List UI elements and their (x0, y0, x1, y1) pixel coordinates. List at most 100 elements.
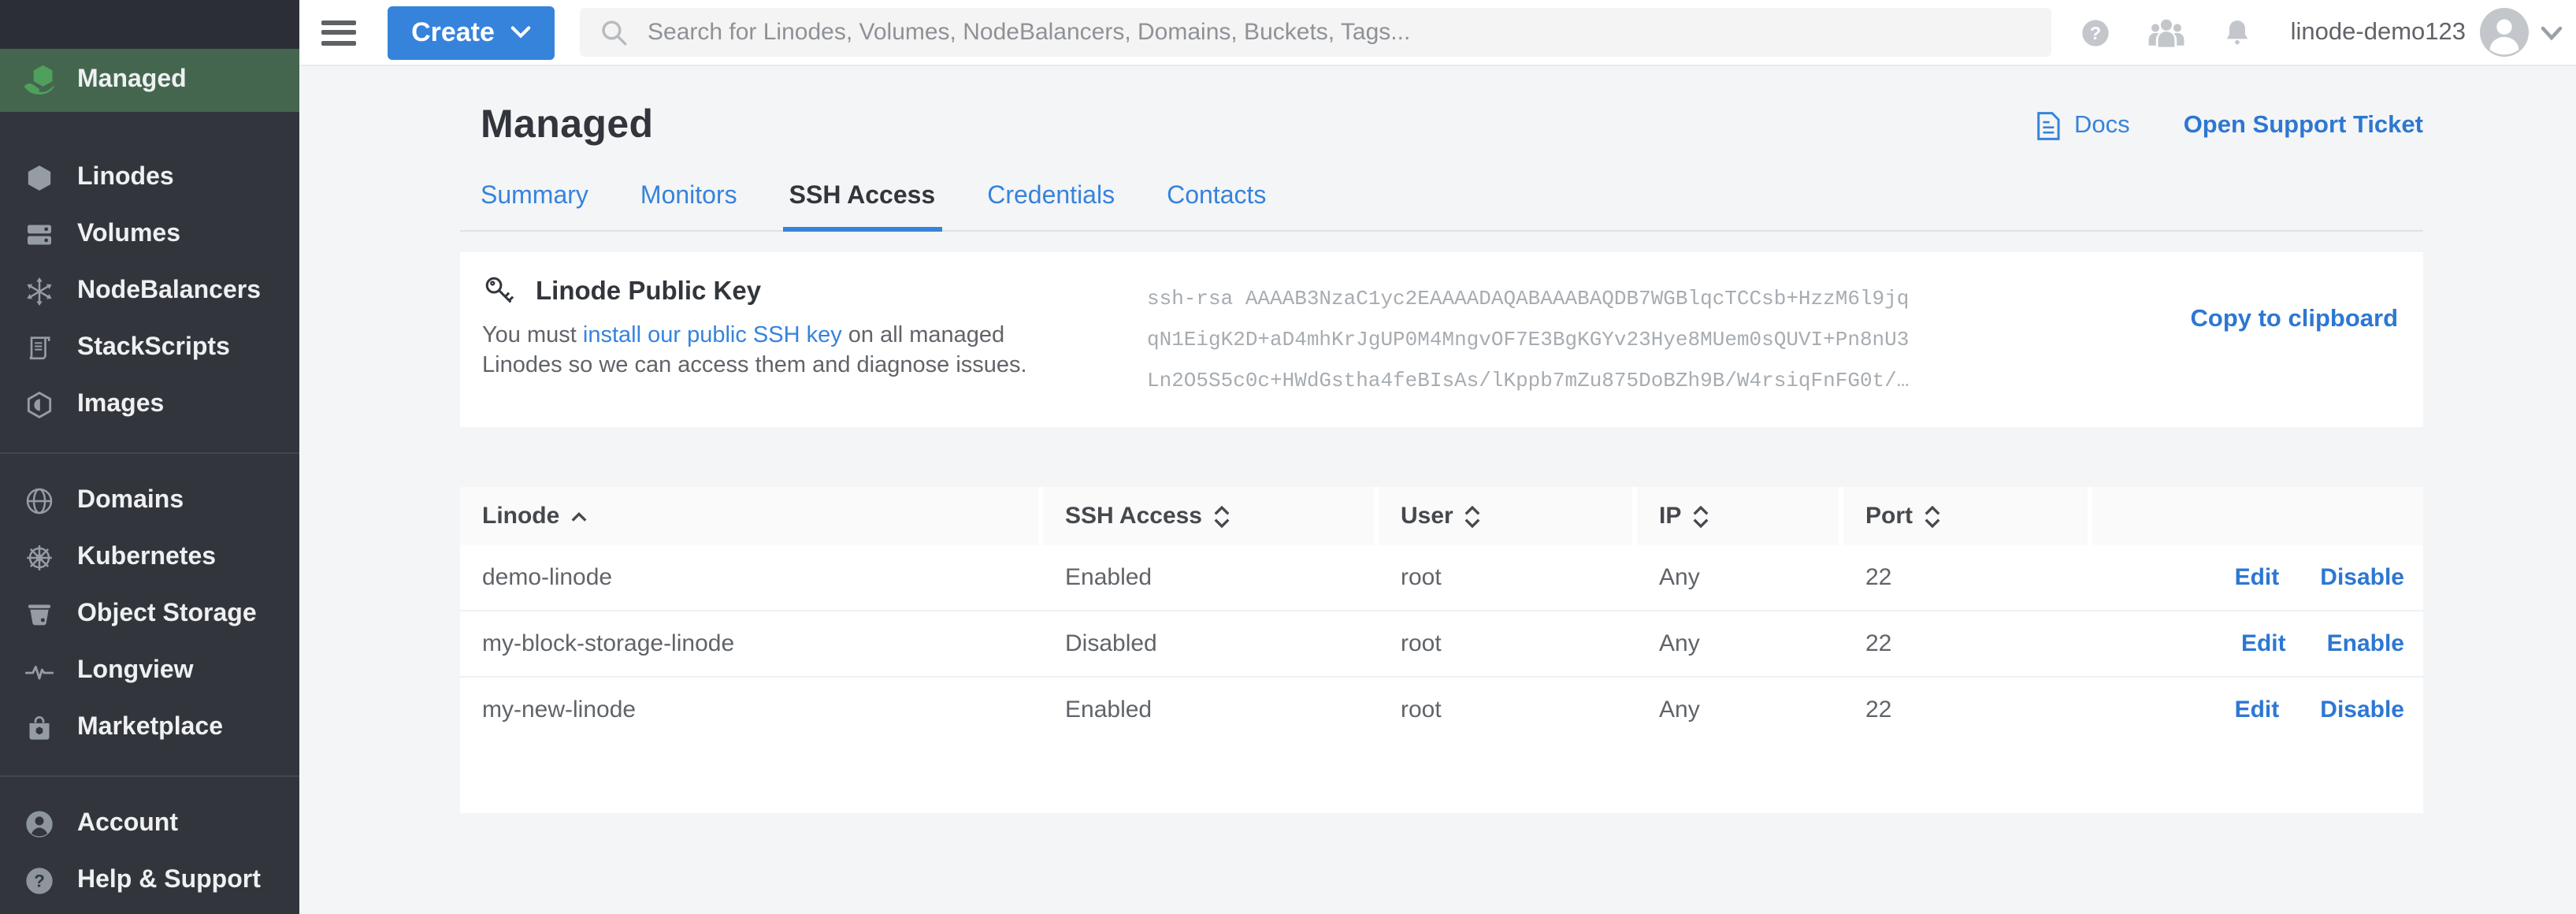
help-button[interactable]: ? (2080, 17, 2111, 48)
search-icon (599, 17, 629, 47)
table-row: my-new-linode Enabled root Any 22 Edit D… (460, 676, 2423, 742)
sidebar-item-label: Domains (77, 487, 184, 515)
sidebar-divider (0, 452, 299, 454)
search-input[interactable] (644, 17, 2032, 47)
topbar: Create ? (299, 0, 2576, 66)
sidebar-item-object-storage[interactable]: Object Storage (0, 586, 299, 643)
cell-linode: my-new-linode (460, 678, 1043, 742)
cell-user: root (1379, 678, 1637, 742)
object-storage-icon (22, 599, 57, 630)
table-header-row: Linode SSH Access User IP (460, 487, 2423, 545)
help-support-icon: ? (22, 865, 57, 897)
tab-credentials[interactable]: Credentials (987, 183, 1115, 230)
avatar[interactable] (2480, 8, 2529, 57)
ssh-public-key-text: ssh-rsa AAAAB3NzaC1yc2EAAAADAQABAAABAQDB… (1147, 279, 1909, 427)
community-button[interactable] (2146, 16, 2187, 49)
cell-linode: my-block-storage-linode (460, 611, 1043, 676)
sidebar-item-label: Managed (77, 66, 187, 95)
sidebar-divider (0, 775, 299, 777)
tab-summary[interactable]: Summary (481, 183, 588, 230)
sidebar-item-account[interactable]: Account (0, 796, 299, 853)
notifications-button[interactable] (2222, 17, 2253, 48)
install-ssh-key-link[interactable]: install our public SSH key (583, 323, 842, 348)
community-icon (2146, 16, 2187, 49)
images-icon (22, 389, 57, 421)
sidebar-item-label: Account (77, 810, 178, 838)
disable-link[interactable]: Disable (2320, 564, 2404, 591)
cell-user: root (1379, 545, 1637, 610)
sidebar-group-compute: Linodes Volumes NodeBa (0, 150, 299, 433)
cell-ip: Any (1637, 611, 1843, 676)
sidebar-item-volumes[interactable]: Volumes (0, 206, 299, 263)
docs-label: Docs (2074, 111, 2130, 139)
edit-link[interactable]: Edit (2235, 697, 2280, 723)
sidebar-item-nodebalancers[interactable]: NodeBalancers (0, 263, 299, 320)
cell-ip: Any (1637, 545, 1843, 610)
linode-public-key-card: Linode Public Key You must install our p… (460, 252, 2423, 427)
cell-ip: Any (1637, 678, 1843, 742)
sidebar-item-images[interactable]: Images (0, 377, 299, 433)
ssh-access-table: Linode SSH Access User IP (460, 487, 2423, 813)
docs-link[interactable]: Docs (2033, 110, 2130, 141)
page-title: Managed (481, 102, 654, 148)
table-row: my-block-storage-linode Disabled root An… (460, 610, 2423, 676)
sidebar-item-domains[interactable]: Domains (0, 473, 299, 529)
column-header-ssh-access[interactable]: SSH Access (1043, 487, 1379, 545)
sidebar-item-linodes[interactable]: Linodes (0, 150, 299, 206)
edit-link[interactable]: Edit (2241, 630, 2286, 657)
nodebalancers-icon (22, 276, 57, 307)
sort-both-icon (1924, 503, 1941, 529)
svg-text:?: ? (34, 871, 45, 891)
enable-link[interactable]: Enable (2327, 630, 2404, 657)
sidebar-item-help-support[interactable]: ? Help & Support (0, 853, 299, 909)
sidebar-item-marketplace[interactable]: Marketplace (0, 700, 299, 756)
create-button[interactable]: Create (388, 6, 555, 59)
create-button-label: Create (411, 17, 495, 48)
sidebar-item-longview[interactable]: Longview (0, 643, 299, 700)
username-label: linode-demo123 (2291, 18, 2466, 46)
sidebar-item-stackscripts[interactable]: StackScripts (0, 320, 299, 377)
sidebar-item-label: Object Storage (77, 600, 257, 629)
sort-asc-icon (570, 510, 588, 522)
column-header-ip[interactable]: IP (1637, 487, 1843, 545)
cell-port: 22 (1843, 678, 2092, 742)
docs-icon (2033, 110, 2062, 141)
column-header-actions (2092, 487, 2423, 545)
tab-ssh-access[interactable]: SSH Access (789, 183, 936, 230)
sort-both-icon (1692, 503, 1709, 529)
volumes-icon (22, 219, 57, 251)
svg-text:?: ? (2090, 22, 2101, 43)
tab-contacts[interactable]: Contacts (1167, 183, 1266, 230)
cell-ssh-access: Disabled (1043, 611, 1379, 676)
tab-monitors[interactable]: Monitors (640, 183, 737, 230)
title-links: Docs Open Support Ticket (2033, 110, 2423, 141)
copy-to-clipboard-button[interactable]: Copy to clipboard (2191, 306, 2399, 427)
cell-user: root (1379, 611, 1637, 676)
account-menu-chevron-icon[interactable] (2540, 24, 2563, 40)
column-header-user[interactable]: User (1379, 487, 1637, 545)
global-search (580, 8, 2051, 57)
cell-port: 22 (1843, 545, 2092, 610)
key-icon (482, 274, 518, 310)
sidebar-item-managed[interactable]: Managed (0, 49, 299, 112)
sidebar-item-label: StackScripts (77, 334, 230, 362)
sidebar-item-label: NodeBalancers (77, 277, 261, 306)
sidebar-item-kubernetes[interactable]: Kubernetes (0, 529, 299, 586)
linode-cloud-manager: Managed Linodes Volumes (0, 0, 2576, 914)
open-support-ticket-link[interactable]: Open Support Ticket (2184, 111, 2423, 139)
disable-link[interactable]: Disable (2320, 697, 2404, 723)
sidebar-item-label: Images (77, 391, 164, 419)
kubernetes-icon (22, 542, 57, 574)
edit-link[interactable]: Edit (2235, 564, 2280, 591)
sidebar-item-label: Help & Support (77, 867, 261, 895)
column-header-linode[interactable]: Linode (460, 487, 1043, 545)
public-key-description: You must install our public SSH key on a… (482, 321, 1084, 381)
sidebar: Managed Linodes Volumes (0, 0, 299, 914)
tab-bar: Summary Monitors SSH Access Credentials … (460, 183, 2423, 232)
cell-port: 22 (1843, 611, 2092, 676)
cell-actions: Edit Enable (2092, 611, 2423, 676)
sidebar-header-strip (0, 0, 299, 49)
hamburger-menu-icon[interactable] (321, 20, 356, 45)
column-header-port[interactable]: Port (1843, 487, 2092, 545)
sidebar-item-label: Linodes (77, 164, 174, 192)
